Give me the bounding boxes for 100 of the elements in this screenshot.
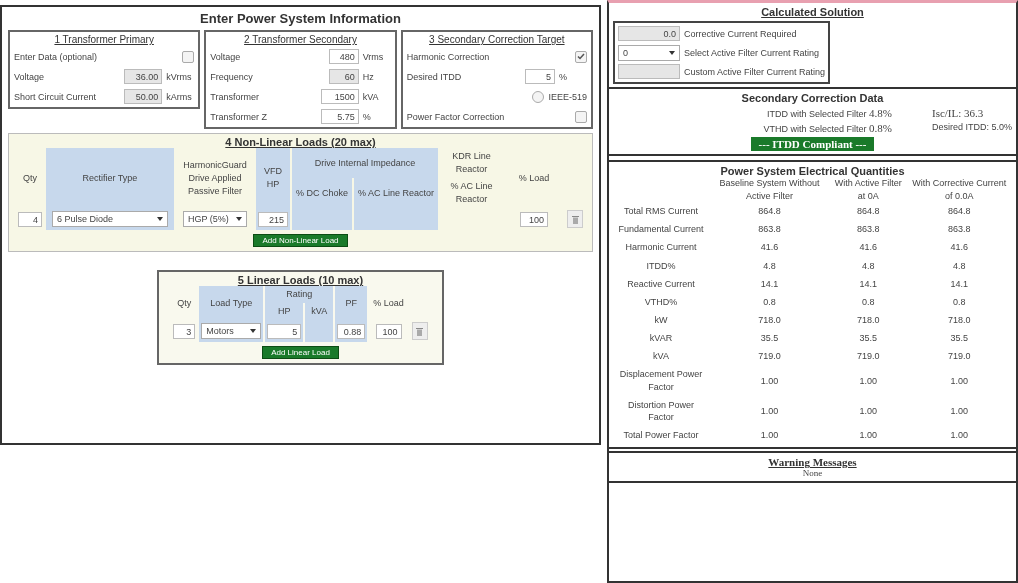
hp-field[interactable]: 215 — [257, 211, 288, 227]
field-label: Custom Active Filter Current Rating — [684, 66, 826, 77]
row-label: Displacement Power Factor — [618, 368, 704, 394]
unit-label: % — [362, 111, 372, 122]
isc-ratio: Isc/IL: 36.3 — [931, 107, 985, 119]
load-type-select[interactable]: Motors — [201, 323, 262, 340]
table-cell-text: 863.8 — [757, 223, 782, 237]
quantity-field[interactable]: 3 — [173, 323, 196, 339]
checkbox[interactable] — [182, 50, 195, 63]
table-cell-text: 718.0 — [946, 314, 972, 328]
add-load-button[interactable]: Add Non-Linear Load — [253, 234, 348, 248]
table-cell-text: 35.5 — [759, 332, 780, 346]
column-header: % Load — [372, 296, 405, 310]
row-label: Reactive Current — [626, 277, 696, 291]
table-cell-text: 4.8 — [951, 259, 967, 273]
hp-field[interactable]: 5 — [267, 323, 302, 339]
rating-select[interactable]: 0 — [618, 44, 680, 61]
table-cell-text: 864.8 — [856, 205, 881, 219]
table-cell-text: 718.0 — [757, 314, 782, 328]
load-field[interactable]: 100 — [520, 211, 549, 227]
compliance-status: --- ITDD Compliant --- — [750, 137, 875, 151]
dropdown-caret-icon — [669, 50, 675, 55]
table-cell-text: 1.00 — [858, 429, 878, 442]
section-title: 2 Transformer Secondary — [243, 34, 358, 45]
section-title: Calculated Solution — [761, 6, 864, 18]
unit-label: kArms — [166, 91, 193, 102]
table-cell-text: 14.1 — [858, 277, 878, 291]
table-cell-text: 35.5 — [949, 332, 969, 346]
dropdown-caret-icon — [235, 217, 242, 222]
table-cell-text: 718.0 — [856, 314, 881, 328]
panel-title: Enter Power System Information — [200, 11, 401, 26]
input-field[interactable]: 480 — [328, 49, 359, 64]
table-cell-text: 4.8 — [861, 259, 876, 273]
row-label: Total Power Factor — [622, 429, 700, 442]
checkbox[interactable] — [575, 50, 587, 63]
checkbox-label: Harmonic Correction — [406, 51, 490, 62]
column-header: Drive Internal Impedance — [291, 148, 439, 179]
column-header: Baseline System Without Active Filter — [718, 177, 821, 203]
table-cell-text: 14.1 — [759, 277, 780, 291]
table-cell-text: 863.8 — [946, 223, 972, 237]
field-label: Select Active Filter Current Rating — [684, 47, 820, 58]
column-header: PF — [335, 286, 368, 321]
table-cell-text: 0.8 — [861, 295, 876, 309]
warning-text: None — [802, 468, 823, 479]
section-title: Power System Electrical Quantities — [720, 165, 905, 177]
row-label: Distortion Power Factor — [627, 398, 695, 424]
dropdown-caret-icon — [250, 329, 257, 334]
delete-button[interactable] — [567, 210, 584, 229]
table-cell-text: 1.00 — [949, 374, 969, 388]
field-label: Transformer — [210, 91, 259, 102]
rectifier-select[interactable]: 6 Pulse Diode — [51, 211, 168, 228]
radio-button[interactable] — [532, 90, 545, 103]
field-label: Desired ITDD — [406, 71, 462, 82]
checkbox-label: Power Factor Correction — [406, 111, 505, 122]
row-label: Harmonic Current — [624, 241, 698, 255]
output-field[interactable] — [618, 64, 680, 79]
field-label: Frequency — [210, 71, 253, 82]
input-field[interactable]: 1500 — [320, 89, 359, 104]
table-cell-text: 41.6 — [949, 241, 969, 255]
table-cell-text: 0.8 — [951, 295, 967, 309]
table-cell-text: 1.00 — [759, 429, 780, 442]
row-label: ITDD% — [645, 259, 677, 273]
column-header: Qty — [176, 296, 193, 310]
table-cell-text: 719.0 — [757, 350, 782, 364]
row-label: Fundamental Current — [617, 223, 705, 237]
checkmark-icon — [577, 53, 585, 60]
load-field[interactable]: 100 — [375, 323, 402, 339]
section-title: Warning Messages — [768, 456, 857, 469]
unit-label: Hz — [362, 71, 375, 82]
row-label: Total RMS Current — [623, 205, 699, 219]
table-cell-text: 41.6 — [858, 241, 878, 255]
unit-label: kVrms — [166, 71, 193, 82]
field-label: Corrective Current Required — [684, 28, 797, 39]
delete-button[interactable] — [411, 322, 428, 341]
input-field[interactable]: 5 — [525, 69, 555, 84]
table-cell-text: 4.8 — [762, 259, 777, 273]
column-header: Load Type — [199, 286, 264, 321]
checkbox[interactable] — [575, 110, 587, 123]
itdd-reading: ITDD with Selected Filter 4.8% — [767, 107, 892, 119]
vthd-reading: VTHD with Selected Filter 0.8% — [763, 122, 892, 134]
table-cell-text: 1.00 — [858, 374, 878, 388]
output-field[interactable]: 0.0 — [618, 26, 680, 41]
column-header: Qty — [21, 171, 38, 185]
table-cell-text: 35.5 — [858, 332, 878, 346]
unit-label: % — [559, 71, 568, 82]
input-field[interactable]: 5.75 — [320, 109, 359, 124]
section-title: Secondary Correction Data — [741, 92, 884, 104]
section-title: 3 Secondary Correction Target — [428, 34, 566, 45]
add-load-button[interactable]: Add Linear Load — [262, 346, 339, 360]
column-header: % DC Choke — [291, 178, 352, 209]
column-header: KDR Line Reactor — [451, 150, 492, 177]
table-cell-text: 863.8 — [856, 223, 881, 237]
field-label: Short Circuit Current — [14, 91, 97, 102]
section-title: 5 Linear Loads (10 max) — [237, 274, 364, 287]
quantity-field[interactable]: 4 — [17, 211, 42, 227]
column-header: VFD HP — [255, 148, 290, 209]
column-header: HP — [265, 303, 304, 321]
filter-select[interactable]: HGP (5%) — [182, 211, 247, 228]
pf-field[interactable]: 0.88 — [337, 323, 366, 339]
table-cell-text: 41.6 — [759, 241, 780, 255]
